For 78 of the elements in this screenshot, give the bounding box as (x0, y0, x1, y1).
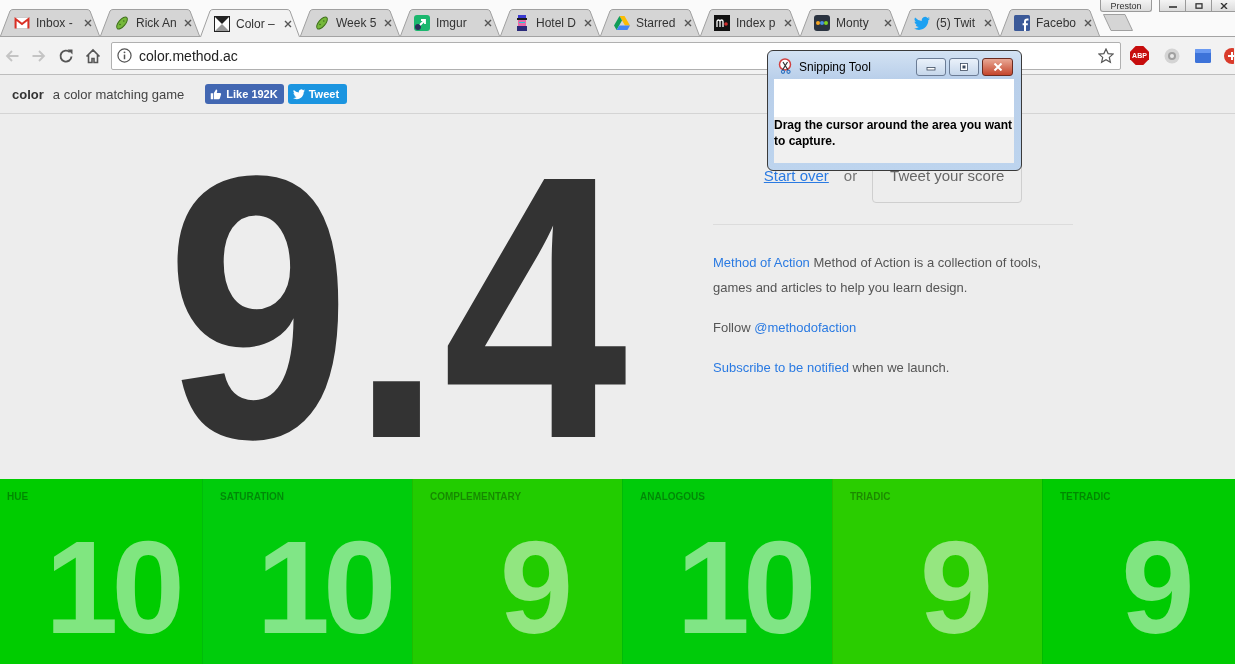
restore-icon (1192, 2, 1205, 9)
bird-icon (914, 15, 930, 31)
browser-tab[interactable]: Monty (800, 9, 900, 36)
subscribe-link[interactable]: Subscribe to be notified (713, 360, 849, 375)
pixel-character-icon (514, 15, 530, 31)
dots-tile-icon (814, 15, 830, 31)
close-icon[interactable] (184, 19, 192, 27)
minimize-button[interactable] (916, 58, 946, 76)
separator-text: or (843, 167, 858, 184)
home-icon (85, 47, 101, 64)
close-button[interactable] (982, 58, 1013, 76)
category-score: 10 (255, 533, 391, 643)
close-icon[interactable] (984, 19, 992, 27)
browser-tab[interactable]: Index p (700, 9, 800, 36)
envelope-icon (14, 15, 30, 31)
instruction-text: Drag the cursor around the area you want to capture. (774, 117, 1014, 163)
pickle-icon (114, 15, 130, 31)
browser-tab[interactable]: (5) Twit (900, 9, 1000, 36)
browser-tab[interactable]: Color – (200, 9, 300, 37)
browser-tab[interactable]: Imgur (400, 9, 500, 36)
category-score: 9 (1120, 533, 1190, 643)
category-label: COMPLEMENTARY (430, 491, 523, 503)
card-icon[interactable] (1195, 47, 1211, 64)
start-over-link[interactable]: Start over (763, 167, 829, 184)
browser-tab[interactable]: Inbox - (0, 9, 100, 36)
square-logo-icon (214, 15, 230, 32)
close-icon[interactable] (84, 19, 92, 27)
about-text: Method of Action Method of Action is a collection of tools, games and articles to help you learn design. (713, 254, 1043, 297)
triangle-logo-icon (614, 15, 630, 31)
browser-tab[interactable]: Facebo (1000, 9, 1100, 36)
browser-tab[interactable]: Week 5 (300, 9, 400, 36)
browser-tab[interactable]: Starred (600, 9, 700, 36)
thumbs-up-icon (210, 88, 223, 100)
circle-icon[interactable] (1224, 47, 1234, 64)
twitter-handle-link[interactable]: @methodofaction (754, 320, 857, 335)
bird-icon (292, 88, 305, 100)
close-icon[interactable] (684, 19, 692, 27)
restore-icon (957, 63, 971, 71)
browser-tab[interactable]: Rick An (100, 9, 200, 36)
category-label: ANALOGOUS (640, 491, 706, 503)
close-icon[interactable] (484, 19, 492, 27)
category-label: TRIADIC (850, 491, 892, 503)
info-icon[interactable] (117, 48, 132, 63)
pickle-icon (314, 15, 330, 31)
category-label: SATURATION (220, 491, 286, 503)
maximize-button[interactable] (1185, 0, 1212, 12)
reload-icon (58, 47, 74, 64)
arrow-tile-icon (414, 15, 430, 31)
minimize-button[interactable] (1159, 0, 1186, 12)
category-score: 9 (498, 533, 568, 643)
back-arrow-icon (4, 47, 20, 64)
forward-arrow-icon (31, 47, 47, 64)
site-logo: color (12, 86, 44, 102)
close-icon[interactable] (584, 19, 592, 27)
category-label: HUE (7, 491, 30, 503)
about-link[interactable]: Method of Action (713, 255, 810, 270)
profile-button[interactable]: Preston (1100, 0, 1152, 12)
category-label: TETRADIC (1060, 491, 1112, 503)
close-icon[interactable] (384, 19, 392, 27)
close-icon[interactable] (784, 19, 792, 27)
site-tagline: a color matching game (52, 86, 185, 102)
like-button[interactable]: Like 192K (205, 84, 284, 104)
category-score: 10 (675, 533, 811, 643)
category-score: 9 (918, 533, 988, 643)
close-icon[interactable] (884, 19, 892, 27)
category-score: 10 (44, 533, 180, 643)
close-button[interactable] (1211, 0, 1235, 12)
subscribe-text: Subscribe to be notified when we launch. (713, 359, 951, 377)
browser-tab[interactable]: Hotel D (500, 9, 600, 36)
follow-text: Follow @methodofaction (713, 319, 858, 337)
arch-tile-icon (714, 15, 730, 31)
close-icon[interactable] (284, 19, 292, 28)
f-tile-icon (1014, 15, 1030, 31)
total-score: 9.4 (166, 167, 628, 447)
close-icon[interactable] (1084, 19, 1092, 27)
scissors-icon (778, 58, 794, 74)
maximize-button[interactable] (949, 58, 979, 76)
star-icon[interactable] (1098, 47, 1114, 64)
